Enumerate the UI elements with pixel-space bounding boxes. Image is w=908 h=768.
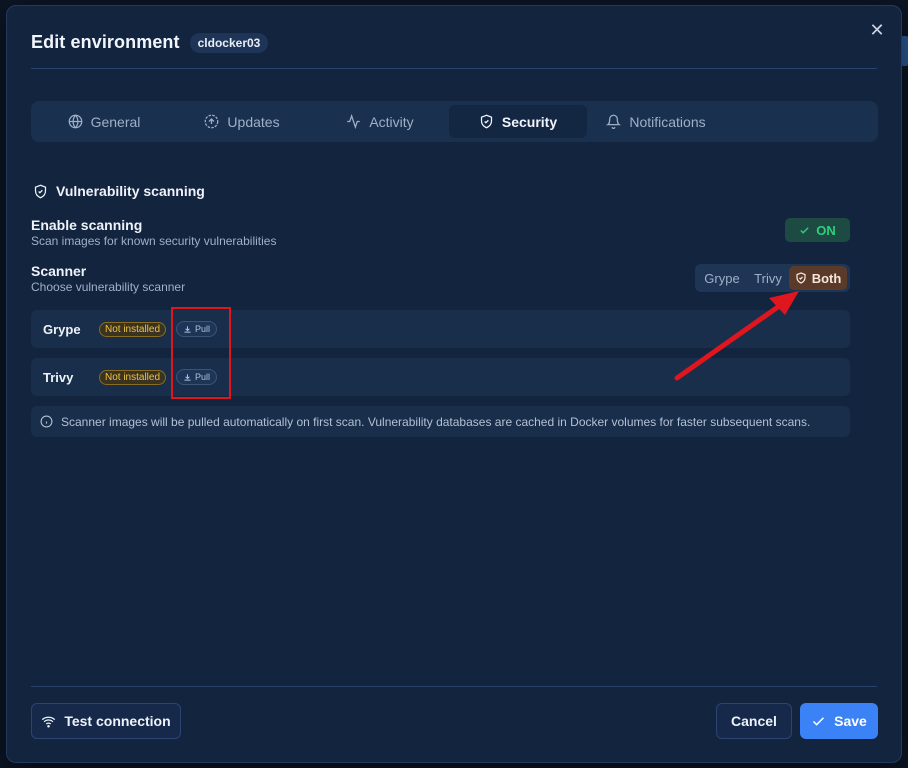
scanner-setting: Scanner Choose vulnerability scanner — [31, 263, 185, 294]
wifi-icon — [42, 716, 56, 727]
footer-divider — [31, 686, 877, 687]
close-icon[interactable]: ✕ — [867, 20, 887, 40]
cancel-label: Cancel — [731, 713, 777, 729]
scanner-option-label: Both — [811, 270, 842, 286]
globe-icon — [68, 114, 82, 129]
enable-scanning-description: Scan images for known security vulnerabi… — [31, 234, 277, 248]
test-connection-button[interactable]: Test connection — [31, 703, 181, 739]
tab-label: Activity — [369, 113, 414, 130]
status-badge: Not installed — [99, 321, 167, 337]
scanner-option-trivy[interactable]: Trivy — [747, 266, 789, 290]
tab-general[interactable]: General — [35, 105, 173, 138]
info-text: Scanner images will be pulled automatica… — [61, 414, 811, 429]
scanner-row-trivy: Trivy Not installed Pull — [31, 358, 850, 396]
info-icon — [40, 415, 53, 428]
tab-label: General — [90, 113, 141, 130]
scanner-row-grype: Grype Not installed Pull — [31, 310, 850, 348]
cancel-button[interactable]: Cancel — [716, 703, 792, 739]
section-title: Vulnerability scanning — [33, 183, 205, 199]
enable-scanning-label: Enable scanning — [31, 217, 143, 233]
scanner-label: Scanner — [31, 263, 87, 279]
annotation-highlight-box — [171, 307, 231, 399]
tab-activity[interactable]: Activity — [311, 105, 449, 138]
dialog-title: Edit environment — [31, 32, 180, 52]
scanner-name: Trivy — [43, 369, 74, 385]
enable-scanning-toggle[interactable]: ON — [785, 218, 850, 242]
scanner-option-grype[interactable]: Grype — [697, 266, 747, 290]
status-badge: Not installed — [99, 369, 167, 385]
shield-check-icon — [34, 184, 47, 198]
scanner-selector: Grype Trivy Both — [695, 264, 850, 292]
enable-scanning-setting: Enable scanning Scan images for known se… — [31, 217, 276, 248]
bell-icon — [606, 114, 622, 129]
environment-name-badge: cldocker03 — [189, 32, 269, 53]
dialog-header: Edit environment cldocker03 — [31, 32, 269, 53]
scanner-description: Choose vulnerability scanner — [31, 280, 186, 294]
info-note: Scanner images will be pulled automatica… — [31, 406, 850, 437]
scanner-name: Grype — [43, 321, 81, 337]
tab-updates[interactable]: Updates — [173, 105, 311, 138]
tab-label: Security — [501, 113, 558, 130]
tab-label: Updates — [227, 113, 280, 130]
shield-check-icon — [796, 272, 806, 284]
test-connection-label: Test connection — [64, 713, 171, 729]
tab-security[interactable]: Security — [449, 105, 587, 138]
check-icon — [800, 226, 809, 234]
tab-notifications[interactable]: Notifications — [587, 105, 725, 138]
shield-check-icon — [480, 114, 492, 129]
header-divider — [31, 68, 877, 69]
toggle-state-label: ON — [816, 222, 836, 238]
tab-label: Notifications — [629, 113, 706, 130]
tab-bar: General Updates Activity Security Notifi… — [31, 101, 878, 142]
save-label: Save — [834, 713, 867, 729]
save-button[interactable]: Save — [800, 703, 878, 739]
check-icon — [813, 716, 825, 726]
edit-environment-dialog: ✕ Edit environment cldocker03 General Up… — [6, 5, 902, 763]
section-title-label: Vulnerability scanning — [56, 183, 205, 199]
scanner-option-both[interactable]: Both — [789, 266, 847, 290]
circle-arrow-up-icon — [205, 114, 219, 129]
activity-icon — [347, 114, 361, 129]
